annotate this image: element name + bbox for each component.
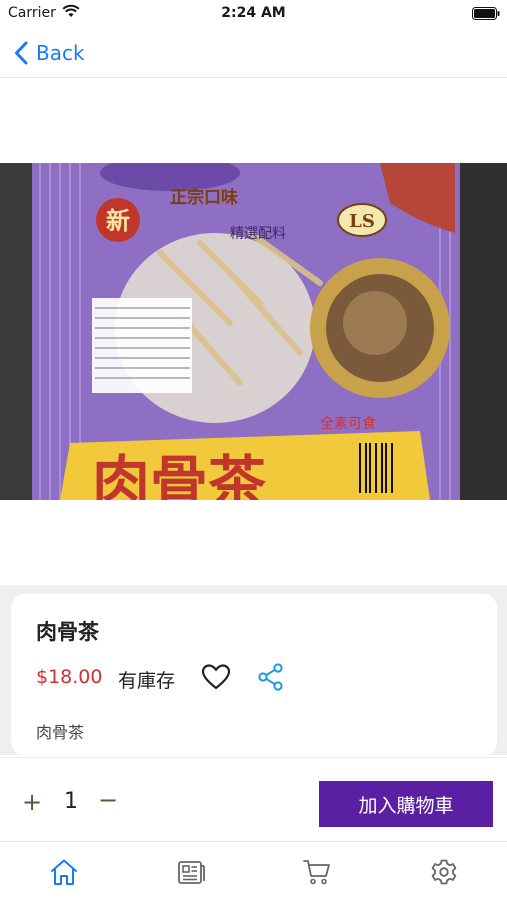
heart-icon[interactable] xyxy=(201,663,231,691)
chevron-left-icon xyxy=(15,41,28,65)
tab-bar xyxy=(0,841,507,900)
package-vegan-text: 全素可食 xyxy=(320,415,376,432)
settings-icon[interactable] xyxy=(429,857,459,887)
stock-status: 有庫存 xyxy=(118,670,176,692)
package-name-text: 肉骨茶 xyxy=(92,449,267,500)
product-package-illustration: 新 正宗口味 精選配料 LS 全素可食 肉骨茶 xyxy=(0,163,507,500)
back-button[interactable]: Back xyxy=(14,38,85,68)
home-icon[interactable] xyxy=(49,857,79,887)
package-logo-text: LS xyxy=(349,211,375,232)
navigation-bar: Back xyxy=(0,28,507,78)
package-flavor-text: 正宗口味 xyxy=(170,187,238,208)
brand-mark: 新 xyxy=(106,207,130,235)
back-label: Back xyxy=(36,41,85,65)
share-icon[interactable] xyxy=(257,663,285,691)
quantity-increase-button[interactable]: + xyxy=(22,788,42,816)
product-name: 肉骨茶 xyxy=(36,620,99,644)
clock-time: 2:24 AM xyxy=(221,5,286,21)
quantity-value: 1 xyxy=(64,789,78,814)
battery-icon xyxy=(472,7,500,20)
product-price: $18.00 xyxy=(36,666,103,688)
package-blend-text: 精選配料 xyxy=(230,226,286,242)
news-icon[interactable] xyxy=(176,857,206,887)
add-to-cart-button[interactable]: 加入購物車 xyxy=(319,781,493,827)
quantity-decrease-button[interactable]: − xyxy=(98,786,118,814)
cart-icon[interactable] xyxy=(302,857,332,887)
status-bar: Carrier 2:24 AM xyxy=(0,0,507,28)
product-photo: 新 正宗口味 精選配料 LS 全素可食 肉骨茶 xyxy=(0,163,507,500)
purchase-bar: + 1 − 加入購物車 xyxy=(0,757,507,841)
product-description: 肉骨茶 xyxy=(36,723,85,742)
product-info-card: 肉骨茶 $18.00 有庫存 肉骨茶 xyxy=(11,594,497,756)
